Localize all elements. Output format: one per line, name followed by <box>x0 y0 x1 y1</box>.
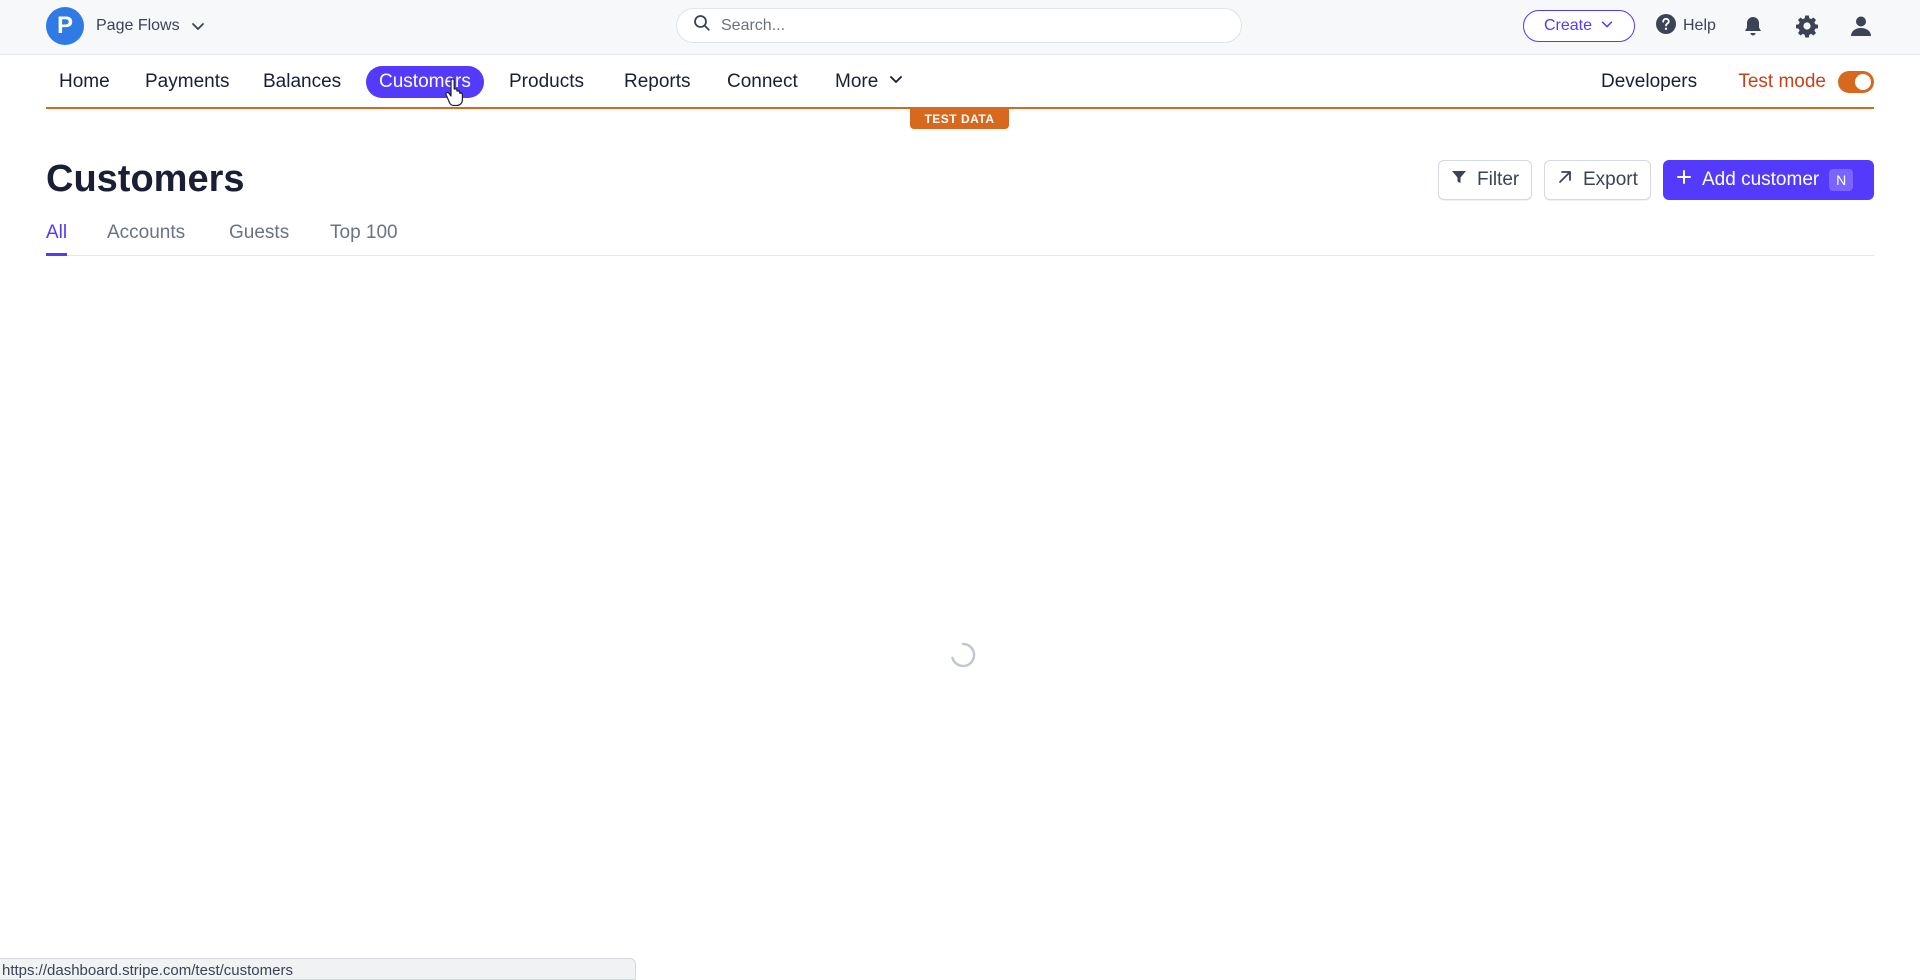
add-customer-shortcut: N <box>1829 169 1854 191</box>
export-button[interactable]: Export <box>1544 160 1651 200</box>
loading-spinner-icon <box>949 641 977 669</box>
arrow-up-right-icon <box>1557 169 1573 191</box>
filter-button[interactable]: Filter <box>1438 160 1533 200</box>
main-nav: Home Payments Balances Customers Product… <box>46 56 1874 109</box>
chevron-down-icon <box>888 71 904 93</box>
nav-item-customers[interactable]: Customers <box>366 66 484 98</box>
filter-icon <box>1451 169 1467 191</box>
nav-more-label: More <box>835 71 879 92</box>
test-mode-control[interactable]: Test mode <box>1738 66 1874 98</box>
tab-top-100[interactable]: Top 100 <box>330 222 398 256</box>
user-icon[interactable] <box>1847 12 1875 40</box>
chevron-down-icon <box>1600 17 1614 36</box>
nav-item-balances[interactable]: Balances <box>250 66 354 98</box>
help-label: Help <box>1683 17 1716 34</box>
account-switcher[interactable]: P Page Flows <box>46 7 206 45</box>
create-label: Create <box>1543 17 1593 34</box>
hand-cursor-icon <box>444 78 466 107</box>
add-customer-label: Add customer <box>1702 169 1820 190</box>
status-bar-url: https://dashboard.stripe.com/test/custom… <box>0 958 636 980</box>
tab-guests[interactable]: Guests <box>229 222 289 256</box>
test-mode-toggle[interactable] <box>1838 71 1874 93</box>
nav-item-reports[interactable]: Reports <box>611 66 704 98</box>
test-data-badge: TEST DATA <box>910 109 1009 129</box>
bell-icon[interactable] <box>1739 12 1767 40</box>
account-name: Page Flows <box>96 17 180 34</box>
nav-item-products[interactable]: Products <box>496 66 597 98</box>
customer-tabs: All Accounts Guests Top 100 <box>46 218 1874 256</box>
account-logo: P <box>46 7 84 45</box>
top-bar: P Page Flows Create Help <box>0 0 1920 55</box>
nav-item-payments[interactable]: Payments <box>132 66 242 98</box>
help-button[interactable]: Help <box>1655 11 1716 41</box>
gear-icon[interactable] <box>1793 12 1821 40</box>
help-circle-icon <box>1655 13 1677 40</box>
nav-item-developers[interactable]: Developers <box>1588 66 1710 98</box>
chevron-down-icon <box>190 18 206 34</box>
nav-item-home[interactable]: Home <box>46 66 123 98</box>
export-label: Export <box>1583 169 1638 190</box>
tab-all[interactable]: All <box>46 222 68 256</box>
search-icon <box>693 14 711 37</box>
test-mode-label: Test mode <box>1738 71 1826 92</box>
nav-item-connect[interactable]: Connect <box>714 66 811 98</box>
tab-accounts[interactable]: Accounts <box>107 222 185 256</box>
nav-item-more[interactable]: More <box>822 66 917 98</box>
create-button[interactable]: Create <box>1523 10 1635 42</box>
plus-icon <box>1676 169 1692 191</box>
filter-label: Filter <box>1477 169 1520 190</box>
search-box[interactable] <box>676 8 1242 43</box>
add-customer-button[interactable]: Add customer N <box>1663 160 1874 200</box>
search-input[interactable] <box>721 16 1221 35</box>
page-title: Customers <box>46 158 245 200</box>
